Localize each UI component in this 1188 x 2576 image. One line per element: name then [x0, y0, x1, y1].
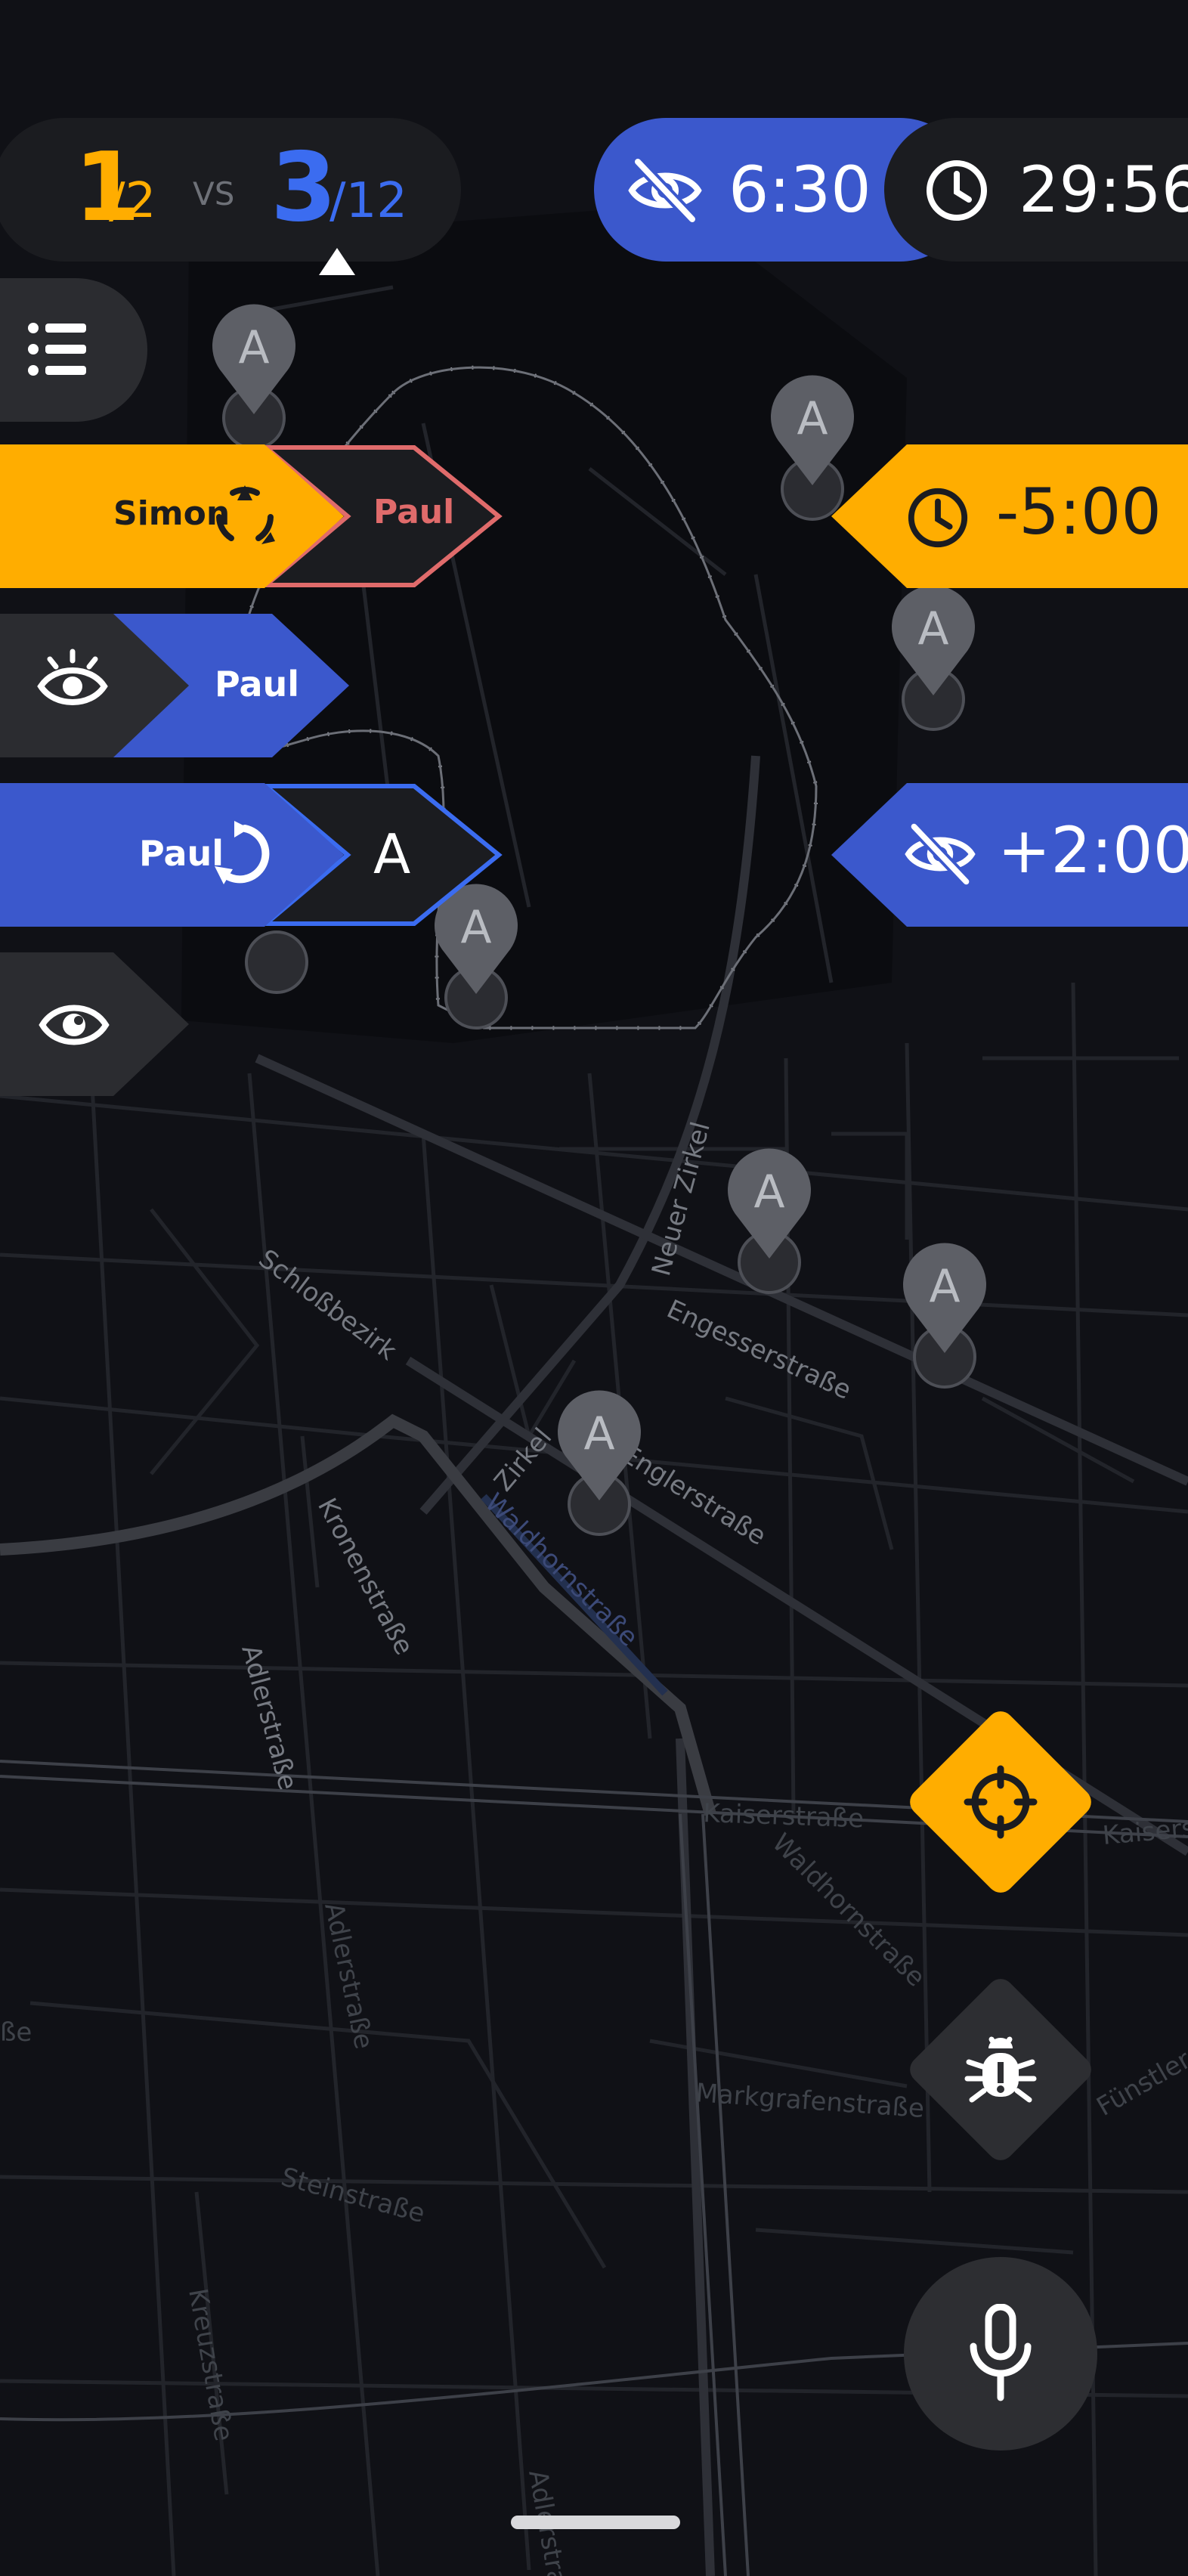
reveal-event-banner: Paul — [0, 614, 355, 757]
svg-text:A: A — [929, 1260, 960, 1313]
svg-text:A: A — [583, 1407, 614, 1460]
locate-button[interactable] — [889, 1690, 1112, 1914]
eye-off-icon — [905, 822, 976, 886]
svg-text:A: A — [238, 321, 269, 374]
capture-arrow-icon — [215, 821, 270, 884]
hidden-time-text: 6:30 — [729, 153, 871, 227]
enemy-team-score: 3 — [271, 132, 337, 243]
time-penalty-text: -5:00 — [996, 475, 1162, 549]
microphone-button[interactable] — [904, 2257, 1097, 2451]
score-panel: 1 /2 VS 3 /12 — [0, 118, 461, 262]
versus-label: VS — [193, 175, 235, 212]
list-button[interactable] — [0, 278, 147, 422]
capture-point-label: A — [373, 822, 411, 886]
own-team-total: /2 — [109, 173, 156, 229]
game-timer: 29:56 — [884, 118, 1188, 262]
catch-target-name: Paul — [373, 493, 455, 531]
svg-text:A: A — [917, 602, 948, 655]
eye-off-icon — [628, 157, 702, 224]
street-label: Kaiserstraße — [703, 1798, 865, 1834]
street-label: ße — [0, 2017, 32, 2048]
city-map[interactable]: Schloßbezirk Neuer Zirkel Engesserstraße… — [0, 0, 1188, 2576]
game-screen: Schloßbezirk Neuer Zirkel Engesserstraße… — [0, 0, 1188, 2576]
turn-indicator-icon — [319, 248, 355, 275]
crosshair-icon — [964, 1765, 1038, 1839]
catch-event-banner: Simon Paul — [0, 444, 514, 588]
enemy-team-total: /12 — [329, 173, 407, 229]
report-bug-button[interactable] — [889, 1958, 1112, 2181]
reveal-eye-icon — [37, 649, 108, 705]
hidden-bonus-banner: +2:00 — [831, 783, 1188, 927]
svg-text:A: A — [753, 1166, 784, 1218]
svg-text:A: A — [797, 392, 828, 445]
microphone-icon — [970, 2304, 1032, 2401]
game-time-text: 29:56 — [1019, 153, 1188, 227]
capture-event-banner: Paul A — [0, 783, 514, 927]
eye-icon — [39, 1005, 110, 1045]
clock-icon — [908, 488, 968, 548]
reveal-target-name: Paul — [215, 664, 300, 704]
time-penalty-banner: -5:00 — [831, 444, 1188, 588]
visibility-button[interactable] — [0, 952, 196, 1096]
list-icon — [28, 323, 86, 376]
clock-icon — [927, 160, 987, 221]
hidden-bonus-text: +2:00 — [998, 813, 1188, 887]
bug-icon — [964, 2036, 1037, 2103]
triad-icon — [216, 485, 275, 544]
capture-point-pin[interactable] — [245, 930, 308, 994]
home-indicator[interactable] — [511, 2516, 680, 2529]
